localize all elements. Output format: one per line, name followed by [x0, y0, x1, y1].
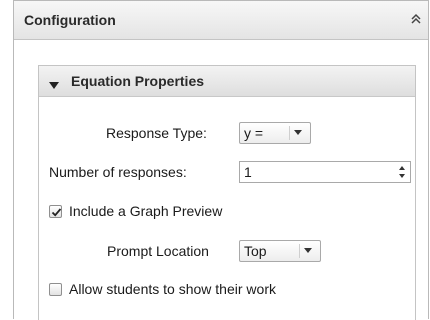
number-of-responses-value: 1 [244, 164, 252, 180]
section-title: Equation Properties [71, 73, 205, 89]
stepper-icon[interactable] [396, 164, 408, 180]
prompt-location-select[interactable]: Top [239, 240, 321, 262]
panel-title: Configuration [24, 12, 116, 28]
section-header[interactable]: Equation Properties [39, 66, 415, 97]
checkmark-icon [51, 208, 62, 217]
panel-header: Configuration [14, 1, 428, 40]
response-type-value: y = [244, 125, 264, 141]
equation-properties-section: Equation Properties Response Type: y = N… [38, 65, 416, 320]
include-graph-preview-label: Include a Graph Preview [69, 203, 223, 219]
number-of-responses-input[interactable]: 1 [239, 161, 411, 183]
double-chevron-up-icon[interactable] [408, 11, 424, 27]
response-type-select[interactable]: y = [239, 122, 311, 144]
prompt-location-label: Prompt Location [107, 243, 209, 259]
triangle-down-icon [49, 77, 59, 89]
number-of-responses-label: Number of responses: [49, 164, 187, 180]
configuration-panel: Configuration Equation Properties Respon… [13, 0, 429, 320]
allow-show-work-checkbox[interactable] [49, 283, 62, 296]
allow-show-work-label: Allow students to show their work [69, 281, 276, 297]
prompt-location-value: Top [244, 243, 267, 259]
chevron-down-icon [299, 244, 316, 258]
include-graph-preview-checkbox[interactable] [49, 205, 62, 218]
chevron-down-icon [289, 126, 306, 140]
response-type-label: Response Type: [106, 125, 207, 141]
